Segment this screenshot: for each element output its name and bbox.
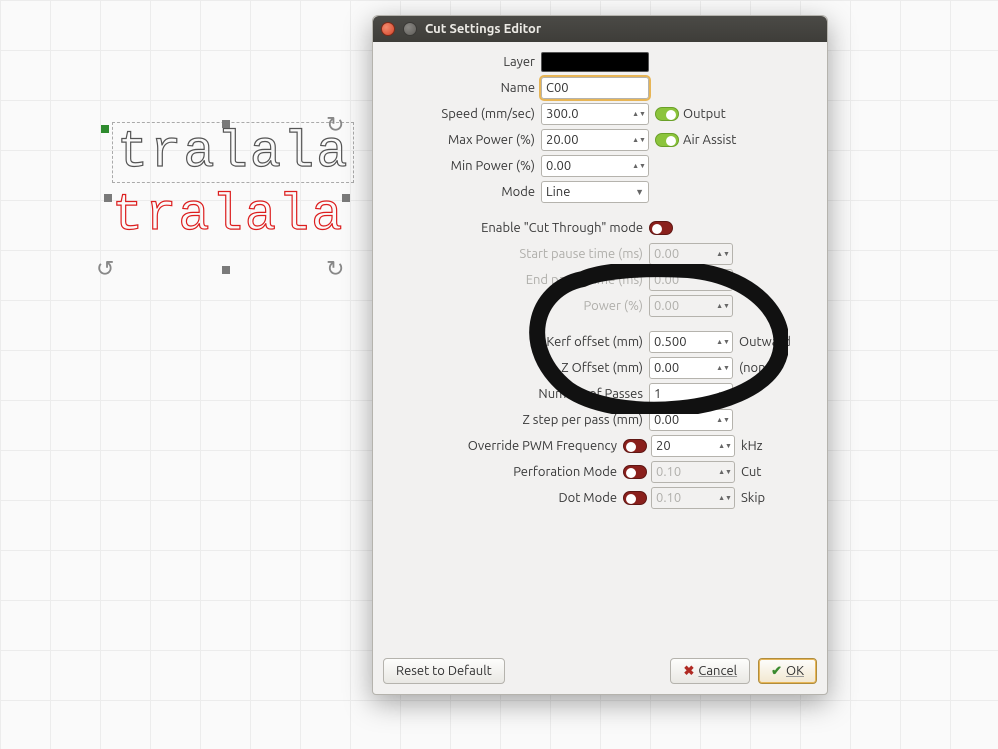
startpause-input: 0.00 ▲▼ — [649, 243, 733, 265]
zoffset-label: Z Offset (mm) — [385, 361, 649, 375]
spinner-arrows-icon[interactable]: ▲▼ — [634, 163, 644, 170]
pwm-unit: kHz — [741, 439, 763, 453]
spinner-arrows-icon[interactable]: ▲▼ — [718, 391, 728, 398]
output-label: Output — [683, 107, 726, 121]
perf-label: Perforation Mode — [385, 465, 623, 479]
passes-input[interactable]: 1 ▲▼ — [649, 383, 733, 405]
cancel-icon: ✖ — [683, 664, 694, 679]
selection-handle-mid-right[interactable] — [342, 194, 350, 202]
reset-button[interactable]: Reset to Default — [383, 658, 505, 684]
perf-toggle[interactable] — [623, 465, 647, 479]
dot-trail: Skip — [741, 491, 765, 505]
titlebar[interactable]: Cut Settings Editor — [373, 16, 827, 42]
kerf-input[interactable]: 0.500 ▲▼ — [649, 331, 733, 353]
cutthrough-label: Enable "Cut Through" mode — [385, 221, 649, 235]
perf-input: 0.10 ▲▼ — [651, 461, 735, 483]
spinner-arrows-icon[interactable]: ▲▼ — [634, 137, 644, 144]
ok-button[interactable]: ✔ OK — [758, 658, 817, 684]
canvas-text-black[interactable]: tralala — [112, 122, 354, 183]
selection-handle-mid-left[interactable] — [104, 194, 112, 202]
name-label: Name — [385, 81, 541, 95]
zstep-label: Z step per pass (mm) — [385, 413, 649, 427]
spinner-arrows-icon: ▲▼ — [718, 251, 728, 258]
maxpower-input[interactable]: 20.00 ▲▼ — [541, 129, 649, 151]
spinner-arrows-icon[interactable]: ▲▼ — [634, 111, 644, 118]
mode-select[interactable]: Line ▼ — [541, 181, 649, 203]
selection-handle-top-left[interactable] — [101, 125, 109, 133]
selection-handle-bottom-mid[interactable] — [222, 266, 230, 274]
spinner-arrows-icon[interactable]: ▲▼ — [720, 443, 730, 450]
canvas-text-red[interactable]: tralala — [112, 186, 344, 245]
mode-label: Mode — [385, 185, 541, 199]
ok-icon: ✔ — [771, 664, 782, 679]
name-value: C00 — [546, 81, 569, 95]
maxpower-label: Max Power (%) — [385, 133, 541, 147]
dot-label: Dot Mode — [385, 491, 623, 505]
spinner-arrows-icon[interactable]: ▲▼ — [718, 365, 728, 372]
name-input[interactable]: C00 — [541, 77, 649, 99]
rotate-handle-bl[interactable]: ↺ — [96, 256, 114, 282]
dot-toggle[interactable] — [623, 491, 647, 505]
selection-handle-top-mid[interactable] — [222, 120, 230, 128]
minpower-label: Min Power (%) — [385, 159, 541, 173]
spinner-arrows-icon: ▲▼ — [718, 303, 728, 310]
zoffset-trail: (none) — [739, 361, 777, 375]
ct-power-label: Power (%) — [385, 299, 649, 313]
kerf-label: Kerf offset (mm) — [385, 335, 649, 349]
minpower-input[interactable]: 0.00 ▲▼ — [541, 155, 649, 177]
pwm-label: Override PWM Frequency — [385, 439, 623, 453]
endpause-label: End pause time (ms) — [385, 273, 649, 287]
window-title: Cut Settings Editor — [425, 22, 541, 36]
endpause-input: 0.00 ▲▼ — [649, 269, 733, 291]
cancel-button[interactable]: ✖ Cancel — [670, 658, 750, 684]
layer-swatch[interactable] — [541, 52, 649, 72]
speed-input[interactable]: 300.0 ▲▼ — [541, 103, 649, 125]
passes-label: Number of Passes — [385, 387, 649, 401]
spinner-arrows-icon: ▲▼ — [718, 277, 728, 284]
rotate-handle-br[interactable]: ↻ — [326, 256, 344, 282]
zoffset-input[interactable]: 0.00 ▲▼ — [649, 357, 733, 379]
pwm-toggle[interactable] — [623, 439, 647, 453]
ct-power-input: 0.00 ▲▼ — [649, 295, 733, 317]
chevron-down-icon: ▼ — [635, 187, 644, 197]
close-icon[interactable] — [381, 22, 395, 36]
kerf-direction: Outward — [739, 335, 791, 349]
cutthrough-toggle[interactable] — [649, 221, 673, 235]
rotate-handle-tr[interactable]: ↻ — [326, 112, 344, 138]
airassist-toggle[interactable] — [655, 133, 679, 147]
dialog-buttonbar: Reset to Default ✖ Cancel ✔ OK — [373, 650, 827, 694]
pwm-input[interactable]: 20 ▲▼ — [651, 435, 735, 457]
speed-label: Speed (mm/sec) — [385, 107, 541, 121]
startpause-label: Start pause time (ms) — [385, 247, 649, 261]
spinner-arrows-icon: ▲▼ — [720, 469, 730, 476]
perf-trail: Cut — [741, 465, 761, 479]
cut-settings-dialog: Cut Settings Editor Layer Name C00 Speed… — [372, 15, 828, 695]
minimize-icon[interactable] — [403, 22, 417, 36]
dialog-body: Layer Name C00 Speed (mm/sec) 300.0 ▲▼ O… — [373, 42, 827, 650]
airassist-label: Air Assist — [683, 133, 736, 147]
zstep-input[interactable]: 0.00 ▲▼ — [649, 409, 733, 431]
dot-input: 0.10 ▲▼ — [651, 487, 735, 509]
spinner-arrows-icon: ▲▼ — [720, 495, 730, 502]
spinner-arrows-icon[interactable]: ▲▼ — [718, 339, 728, 346]
output-toggle[interactable] — [655, 107, 679, 121]
spinner-arrows-icon[interactable]: ▲▼ — [718, 417, 728, 424]
layer-label: Layer — [385, 55, 541, 69]
